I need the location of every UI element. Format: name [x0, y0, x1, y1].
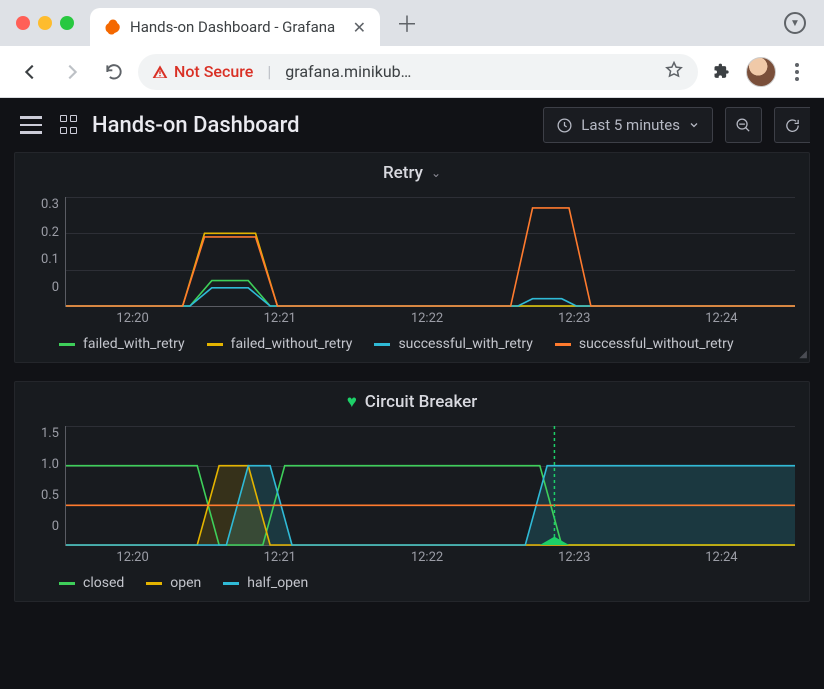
legend-item[interactable]: closed [59, 575, 124, 591]
legend-item[interactable]: half_open [223, 575, 308, 591]
cb-plot[interactable]: 1.5 1.0 0.5 0 [29, 426, 795, 546]
extensions-icon[interactable] [704, 54, 740, 90]
browser-tab[interactable]: Hands-on Dashboard - Grafana ✕ [90, 8, 380, 46]
panel-retry-title: Retry [383, 163, 423, 183]
time-range-label: Last 5 minutes [581, 116, 680, 134]
forward-button[interactable] [54, 54, 90, 90]
cb-xaxis: 12:20 12:21 12:22 12:23 12:24 [59, 546, 795, 565]
chevron-down-icon: ⌄ [431, 166, 441, 180]
legend-item[interactable]: successful_without_retry [555, 336, 734, 352]
heart-icon: ♥ [347, 392, 357, 412]
new-tab-button[interactable]: ＋ [392, 8, 422, 38]
profile-avatar[interactable] [746, 57, 776, 87]
url-text: grafana.minikub… [285, 62, 656, 81]
legend-item[interactable]: failed_without_retry [207, 336, 353, 352]
dashboards-icon[interactable] [60, 115, 80, 135]
retry-legend[interactable]: failed_with_retry failed_without_retry suc… [59, 336, 795, 352]
legend-item[interactable]: open [146, 575, 201, 591]
browser-menu-button[interactable] [782, 63, 812, 81]
grafana-favicon-icon [104, 18, 122, 36]
resize-handle-icon[interactable]: ◢ [799, 349, 807, 360]
minimize-window-icon[interactable] [38, 16, 52, 30]
dashboard-title[interactable]: Hands-on Dashboard [92, 113, 300, 138]
panel-retry-header[interactable]: Retry ⌄ [23, 153, 801, 193]
grafana-toolbar: Hands-on Dashboard Last 5 minutes [0, 98, 824, 152]
tab-title: Hands-on Dashboard - Grafana [130, 18, 345, 36]
address-bar[interactable]: Not Secure | grafana.minikub… [138, 54, 698, 90]
account-menu-icon[interactable]: ▼ [784, 12, 806, 34]
bookmark-star-icon[interactable] [664, 60, 684, 84]
browser-toolbar: Not Secure | grafana.minikub… [0, 46, 824, 98]
panel-circuit-breaker: ♥ Circuit Breaker 1.5 1.0 0.5 0 12:2 [14, 381, 810, 602]
tab-strip: Hands-on Dashboard - Grafana ✕ ＋ ▼ [0, 0, 824, 46]
not-secure-badge: Not Secure [152, 62, 253, 81]
close-tab-icon[interactable]: ✕ [353, 18, 366, 37]
maximize-window-icon[interactable] [60, 16, 74, 30]
back-button[interactable] [12, 54, 48, 90]
time-range-picker[interactable]: Last 5 minutes [543, 107, 713, 143]
menu-button[interactable] [14, 110, 48, 140]
reload-button[interactable] [96, 54, 132, 90]
retry-plot[interactable]: 0.3 0.2 0.1 0 [29, 197, 795, 307]
panel-retry: Retry ⌄ 0.3 0.2 0.1 0 12:20 [14, 152, 810, 363]
browser-chrome: Hands-on Dashboard - Grafana ✕ ＋ ▼ Not S… [0, 0, 824, 98]
grafana-page: Hands-on Dashboard Last 5 minutes Retry … [0, 98, 824, 689]
retry-xaxis: 12:20 12:21 12:22 12:23 12:24 [59, 307, 795, 326]
chevron-down-icon [688, 119, 700, 131]
cb-legend[interactable]: closed open half_open [59, 575, 795, 591]
legend-item[interactable]: successful_with_retry [374, 336, 532, 352]
close-window-icon[interactable] [16, 16, 30, 30]
retry-yaxis: 0.3 0.2 0.1 0 [29, 197, 65, 307]
zoom-out-button[interactable] [725, 107, 762, 143]
legend-item[interactable]: failed_with_retry [59, 336, 185, 352]
window-controls[interactable] [6, 16, 90, 30]
panel-cb-header[interactable]: ♥ Circuit Breaker [23, 382, 801, 422]
refresh-button[interactable] [774, 107, 810, 143]
panel-cb-title: Circuit Breaker [365, 392, 478, 412]
cb-yaxis: 1.5 1.0 0.5 0 [29, 426, 65, 546]
